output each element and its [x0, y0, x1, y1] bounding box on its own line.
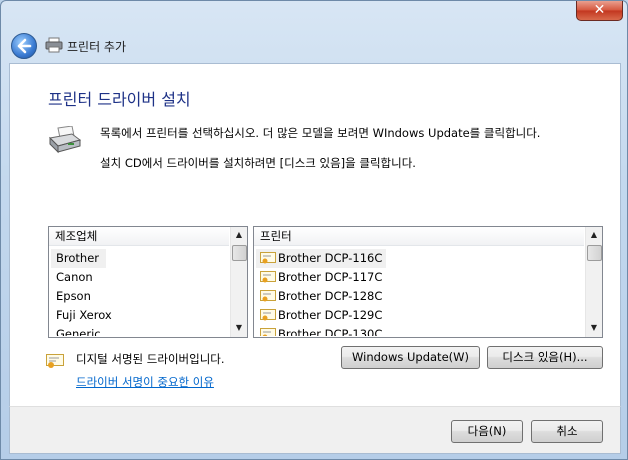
list-item[interactable]: Fuji Xerox — [51, 306, 112, 325]
scroll-thumb[interactable] — [587, 245, 602, 261]
list-item[interactable]: Brother DCP-116C — [256, 249, 387, 268]
printer-name: Brother DCP-130C — [278, 327, 383, 336]
certificate-icon — [260, 309, 276, 321]
add-printer-window: ✕ 프린터 추가 프린터 드라이버 설치 목록에서 프린터를 선택하십시오. 더… — [0, 0, 628, 460]
wizard-content: 프린터 드라이버 설치 목록에서 프린터를 선택하십시오. 더 많은 모델을 보… — [9, 63, 621, 408]
close-window-button[interactable]: ✕ — [576, 1, 623, 21]
printer-name: Brother DCP-116C — [278, 251, 383, 265]
close-icon: ✕ — [593, 2, 606, 18]
printer-list[interactable]: 프린터 Brother DCP-116C Brother DCP-117C Br… — [253, 226, 603, 338]
navigation-bar: 프린터 추가 — [9, 31, 619, 61]
certificate-icon — [260, 271, 276, 283]
list-item[interactable]: Brother DCP-117C — [256, 268, 386, 287]
printer-name: Brother DCP-128C — [278, 289, 383, 303]
manufacturer-list-header: 제조업체 — [49, 227, 229, 246]
certificate-icon — [260, 290, 276, 302]
manufacturer-list-scrollbar[interactable]: ▲ ▼ — [230, 227, 247, 337]
printer-list-scrollbar[interactable]: ▲ ▼ — [585, 227, 602, 337]
printer-icon — [48, 126, 82, 154]
printer-list-header: 프린터 — [254, 227, 584, 246]
certificate-icon — [260, 252, 276, 264]
back-arrow-icon — [17, 38, 32, 54]
scroll-down-icon[interactable]: ▼ — [231, 320, 247, 336]
scroll-up-icon[interactable]: ▲ — [586, 227, 602, 243]
list-item[interactable]: Brother DCP-129C — [256, 306, 386, 325]
list-item[interactable]: Epson — [51, 287, 91, 306]
window-title: 프린터 추가 — [67, 40, 127, 54]
signed-driver-text: 디지털 서명된 드라이버입니다. — [76, 352, 225, 366]
certificate-icon — [46, 354, 64, 368]
back-button[interactable] — [11, 33, 37, 59]
wizard-footer: 다음(N) 취소 — [9, 406, 621, 454]
have-disk-button[interactable]: 디스크 있음(H)... — [487, 346, 603, 369]
instruction-text-cd: 설치 CD에서 드라이버를 설치하려면 [디스크 있음]을 클릭합니다. — [100, 156, 416, 170]
list-item[interactable]: Canon — [51, 268, 93, 287]
list-item[interactable]: Generic — [51, 325, 101, 336]
manufacturer-list[interactable]: 제조업체 Brother Canon Epson Fuji Xerox Gene… — [48, 226, 248, 338]
page-title: 프린터 드라이버 설치 — [48, 90, 191, 109]
list-item[interactable]: Brother DCP-128C — [256, 287, 386, 306]
instruction-text: 목록에서 프린터를 선택하십시오. 더 많은 모델을 보려면 WIndows U… — [100, 126, 541, 140]
printer-name: Brother DCP-129C — [278, 308, 383, 322]
driver-signing-link[interactable]: 드라이버 서명이 중요한 이유 — [76, 374, 214, 390]
scroll-thumb[interactable] — [232, 245, 247, 261]
next-button[interactable]: 다음(N) — [451, 420, 523, 443]
windows-update-button[interactable]: Windows Update(W) — [341, 346, 480, 369]
printer-icon — [45, 37, 63, 53]
cancel-button[interactable]: 취소 — [531, 420, 603, 443]
list-item[interactable]: Brother — [51, 249, 106, 268]
list-item[interactable]: Brother DCP-130C — [256, 325, 386, 336]
scroll-up-icon[interactable]: ▲ — [231, 227, 247, 243]
printer-name: Brother DCP-117C — [278, 270, 383, 284]
scroll-down-icon[interactable]: ▼ — [586, 320, 602, 336]
certificate-icon — [260, 328, 276, 336]
